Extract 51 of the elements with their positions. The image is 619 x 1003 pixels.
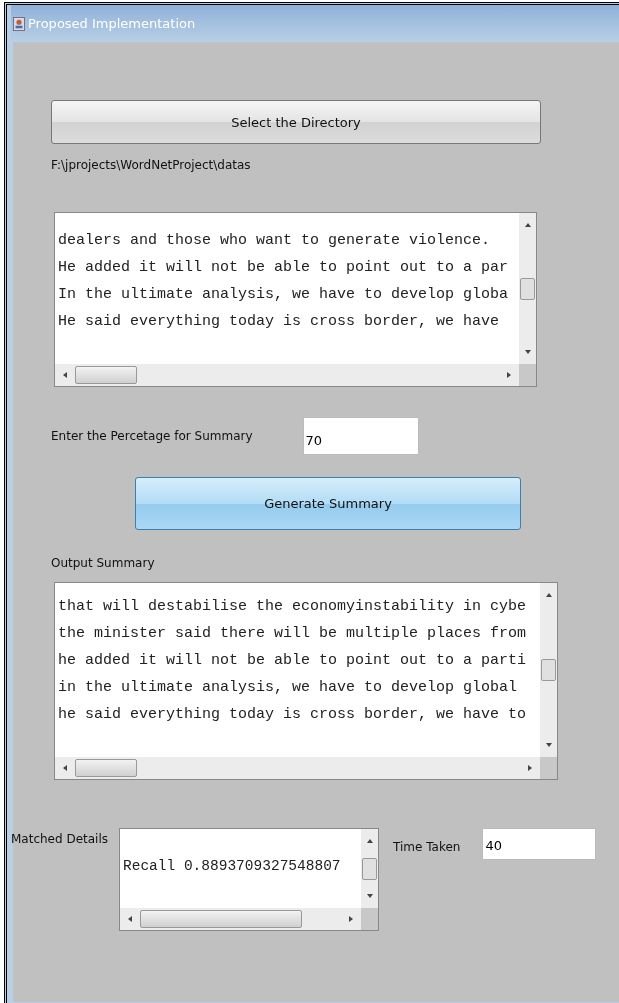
text-line: in the ultimate analysis, we have to develop global: [58, 678, 519, 698]
text-line: dealers and those who want to generate violence.: [58, 231, 492, 251]
left-arrow-icon[interactable]: [61, 371, 69, 379]
generate-summary-button[interactable]: Generate Summary: [135, 477, 521, 530]
vertical-scrollbar[interactable]: [540, 583, 557, 757]
text-line: the minister said there will be multiple places from: [58, 624, 528, 644]
horizontal-scrollbar[interactable]: [120, 908, 361, 930]
directory-path: F:\jprojects\WordNetProject\datas: [51, 158, 251, 172]
text-line: he added it will not be able to point out to a parti: [58, 651, 528, 671]
text-line: He added it will not be able to point out to a par: [58, 258, 510, 278]
text-line: that will destabilise the economyinstability in cybe: [58, 597, 528, 617]
scroll-thumb[interactable]: [520, 277, 535, 300]
select-directory-button[interactable]: Select the Directory: [51, 100, 541, 144]
vertical-scrollbar[interactable]: [519, 213, 536, 364]
percentage-label: Enter the Percetage for Summary: [51, 429, 253, 443]
right-arrow-icon[interactable]: [347, 915, 355, 923]
down-arrow-icon[interactable]: [544, 741, 553, 749]
scrollbar-corner: [540, 757, 557, 779]
text-line: In the ultimate analysis, we have to develop globa: [58, 285, 510, 305]
vertical-scrollbar[interactable]: [361, 829, 378, 908]
scrollbar-corner: [519, 364, 536, 386]
up-arrow-icon[interactable]: [523, 221, 532, 229]
scroll-thumb[interactable]: [75, 759, 137, 777]
time-taken-label: Time Taken: [393, 840, 461, 854]
right-arrow-icon[interactable]: [505, 371, 513, 379]
down-arrow-icon[interactable]: [523, 348, 532, 356]
horizontal-scrollbar[interactable]: [55, 757, 540, 779]
input-text-area[interactable]: dealers and those who want to generate violence. He added it will not be able to point out to a par In the ultimate analysis, we have to develop globa He said everything today is cross border, we have: [54, 212, 537, 387]
time-taken-field[interactable]: 40: [482, 828, 597, 860]
text-line: Recall 0.8893709327548807: [123, 857, 342, 876]
up-arrow-icon[interactable]: [544, 591, 553, 599]
right-arrow-icon[interactable]: [526, 764, 534, 772]
horizontal-scrollbar[interactable]: [55, 364, 519, 386]
up-arrow-icon[interactable]: [365, 837, 374, 845]
text-line: He said everything today is cross border, we have: [58, 312, 501, 332]
down-arrow-icon[interactable]: [365, 892, 374, 900]
scroll-thumb[interactable]: [362, 857, 377, 880]
matched-details-area[interactable]: Recall 0.8893709327548807: [119, 828, 379, 931]
scroll-thumb[interactable]: [541, 659, 556, 681]
output-summary-area[interactable]: [54, 582, 558, 780]
scroll-thumb[interactable]: [75, 366, 137, 384]
text-line: he said everything today is cross border, we have to: [58, 705, 528, 725]
percentage-field[interactable]: 70: [302, 417, 419, 455]
output-summary-label: Output Summary: [51, 556, 155, 570]
window-title: Proposed Implementation: [28, 16, 196, 31]
scroll-thumb[interactable]: [140, 910, 302, 928]
left-arrow-icon[interactable]: [61, 764, 69, 772]
app-icon: [13, 16, 25, 31]
matched-details-label: Matched Details: [11, 832, 110, 846]
scrollbar-corner: [361, 908, 378, 930]
left-arrow-icon[interactable]: [126, 915, 134, 923]
